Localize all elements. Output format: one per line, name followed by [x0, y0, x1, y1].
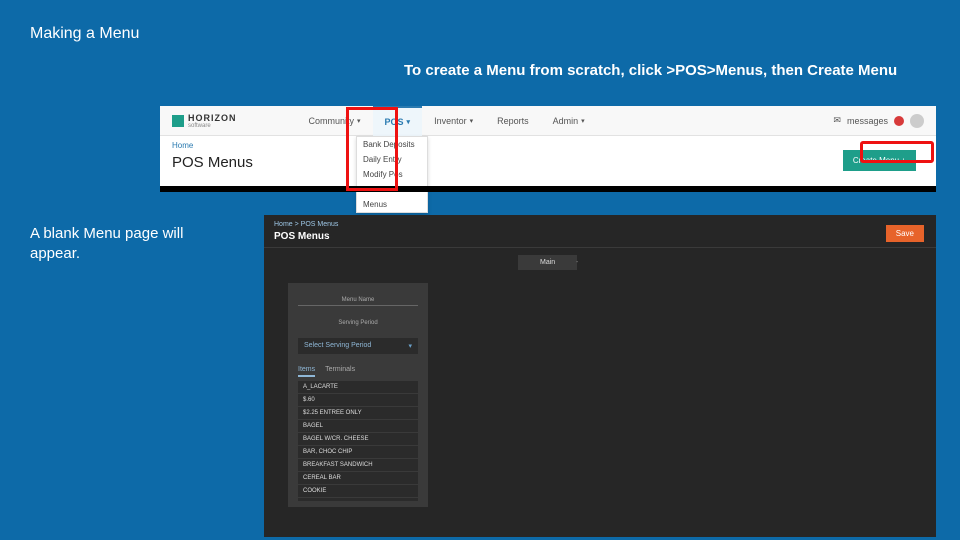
create-menu-button[interactable]: Create Menu + — [843, 150, 916, 171]
page-title: POS Menus — [172, 154, 253, 171]
chevron-down-icon: ▾ — [357, 117, 361, 125]
app-logo: HORIZON software — [172, 113, 237, 129]
tab-secondary[interactable]: - — [576, 259, 578, 266]
pos-dropdown: Bank Deposits Daily Entry Modify Pos Ite… — [356, 136, 428, 213]
logo-mark-icon — [172, 115, 184, 127]
serving-period-placeholder: Select Serving Period — [304, 342, 371, 350]
menu-name-field[interactable]: Menu Name — [298, 293, 418, 306]
nav-reports-label: Reports — [497, 116, 529, 126]
nav-admin[interactable]: Admin ▾ — [541, 106, 597, 136]
notification-badge[interactable] — [894, 116, 904, 126]
logo-text: HORIZON — [188, 113, 237, 123]
dropdown-item-modify-pos[interactable]: Modify Pos — [357, 167, 427, 182]
menu-config-panel: Menu Name Serving Period Select Serving … — [288, 283, 428, 507]
breadcrumb[interactable]: Home > POS Menus — [274, 221, 338, 228]
main-nav: Community ▾ POS ▾ Inventor ▾ Reports Adm… — [297, 106, 597, 136]
instruction-left: A blank Menu page will appear. — [30, 224, 220, 263]
nav-inventory-label: Inventor — [434, 116, 467, 126]
avatar[interactable] — [910, 114, 924, 128]
page-title: POS Menus — [274, 231, 330, 242]
logo-subtext: software — [188, 123, 237, 129]
item-list: A_LACARTE $.60 $2.25 ENTREE ONLY BAGEL B… — [298, 381, 418, 501]
list-item[interactable]: BAGEL W/CR. CHEESE — [298, 433, 418, 446]
chevron-down-icon: ▾ — [581, 117, 585, 125]
messages-icon[interactable]: ✉ — [833, 115, 841, 126]
item-tabs: Items Terminals — [298, 366, 418, 377]
dropdown-item-menus[interactable]: Menus — [357, 197, 427, 212]
dropdown-item-daily-entry[interactable]: Daily Entry — [357, 152, 427, 167]
messages-label: messages — [847, 116, 888, 126]
chevron-down-icon: ▾ — [470, 117, 474, 125]
nav-community[interactable]: Community ▾ — [297, 106, 373, 136]
serving-period-label: Serving Period — [298, 320, 418, 326]
nav-reports[interactable]: Reports — [485, 106, 541, 136]
screenshot-pos-menus-header: HORIZON software Community ▾ POS ▾ Inven… — [160, 106, 936, 192]
list-item[interactable]: BAR, CHOC CHIP — [298, 446, 418, 459]
topbar-right: ✉ messages — [833, 114, 924, 128]
breadcrumb[interactable]: Home — [172, 141, 193, 150]
instruction-top: To create a Menu from scratch, click >PO… — [404, 62, 897, 79]
list-item[interactable]: CEREAL BAR — [298, 472, 418, 485]
list-item[interactable]: FRENCH FRIES — [298, 498, 418, 501]
save-button[interactable]: Save — [886, 225, 924, 242]
chevron-down-icon: ▾ — [407, 118, 411, 126]
serving-period-select[interactable]: Select Serving Period ▾ — [298, 338, 418, 354]
slide-title: Making a Menu — [30, 25, 139, 43]
list-item[interactable]: $.60 — [298, 394, 418, 407]
menu-name-label: Menu Name — [298, 297, 418, 303]
nav-admin-label: Admin — [553, 116, 579, 126]
nav-inventory[interactable]: Inventor ▾ — [422, 106, 485, 136]
nav-pos-label: POS — [385, 117, 404, 127]
list-item[interactable]: COOKIE — [298, 485, 418, 498]
list-item[interactable]: A_LACARTE — [298, 381, 418, 394]
tab-items[interactable]: Items — [298, 366, 315, 377]
serving-period-field-wrap: Serving Period — [298, 316, 418, 328]
list-item[interactable]: BREAKFAST SANDWICH — [298, 459, 418, 472]
dropdown-item-bank-deposits[interactable]: Bank Deposits — [357, 137, 427, 152]
list-item[interactable]: BAGEL — [298, 420, 418, 433]
nav-pos[interactable]: POS ▾ — [373, 106, 423, 136]
tab-terminals[interactable]: Terminals — [325, 366, 355, 377]
tab-main[interactable]: Main — [518, 255, 577, 270]
chevron-down-icon: ▾ — [408, 342, 412, 350]
screenshot-blank-menu-page: Home > POS Menus POS Menus Save Main - M… — [264, 215, 936, 537]
decorative-bar — [160, 186, 936, 192]
app-topbar: HORIZON software Community ▾ POS ▾ Inven… — [160, 106, 936, 136]
list-item[interactable]: $2.25 ENTREE ONLY — [298, 407, 418, 420]
divider — [264, 247, 936, 248]
nav-community-label: Community — [309, 116, 355, 126]
